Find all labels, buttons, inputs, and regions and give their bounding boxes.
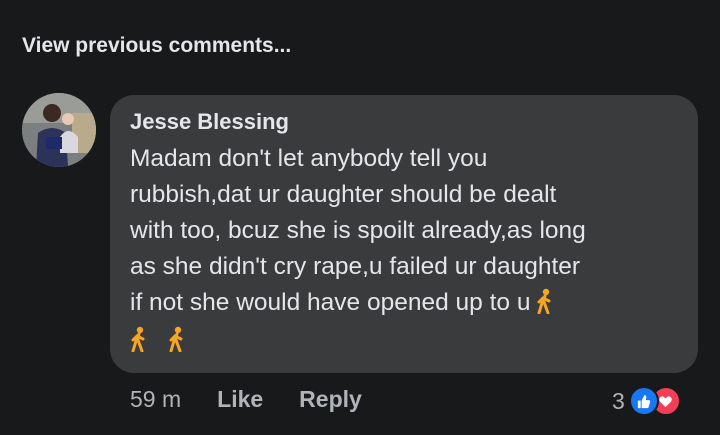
comment-actions: 59 m Like Reply	[130, 386, 362, 413]
comment-author[interactable]: Jesse Blessing	[130, 107, 289, 137]
comment-line: as she didn't cry rape,u failed ur daugh…	[130, 253, 581, 280]
reactions-summary[interactable]: 3	[612, 386, 681, 416]
emoji-line	[130, 325, 690, 361]
comment-line: if not she would have opened up to u	[130, 285, 690, 325]
comment-timestamp[interactable]: 59 m	[130, 386, 181, 413]
reply-button[interactable]: Reply	[299, 386, 362, 413]
comment-line-text: if not she would have opened up to u	[130, 289, 531, 316]
view-previous-comments-link[interactable]: View previous comments...	[22, 34, 291, 58]
comment-line: rubbish,dat ur daughter should be dealt	[130, 181, 557, 208]
person-walking-icon	[168, 326, 186, 361]
comment-line: with too, bcuz she is spoilt already,as …	[130, 217, 586, 244]
person-walking-icon	[536, 288, 554, 325]
profile-photo	[22, 93, 96, 167]
like-button[interactable]: Like	[217, 386, 263, 413]
comment-bubble: Jesse Blessing Madam don't let anybody t…	[110, 95, 698, 373]
like-icon	[628, 386, 659, 416]
person-walking-icon	[130, 326, 148, 361]
avatar[interactable]	[22, 93, 96, 167]
comment-line: Madam don't let anybody tell you	[130, 145, 488, 172]
comment-text: Madam don't let anybody tell you rubbish…	[130, 141, 690, 361]
reaction-count: 3	[612, 387, 625, 414]
